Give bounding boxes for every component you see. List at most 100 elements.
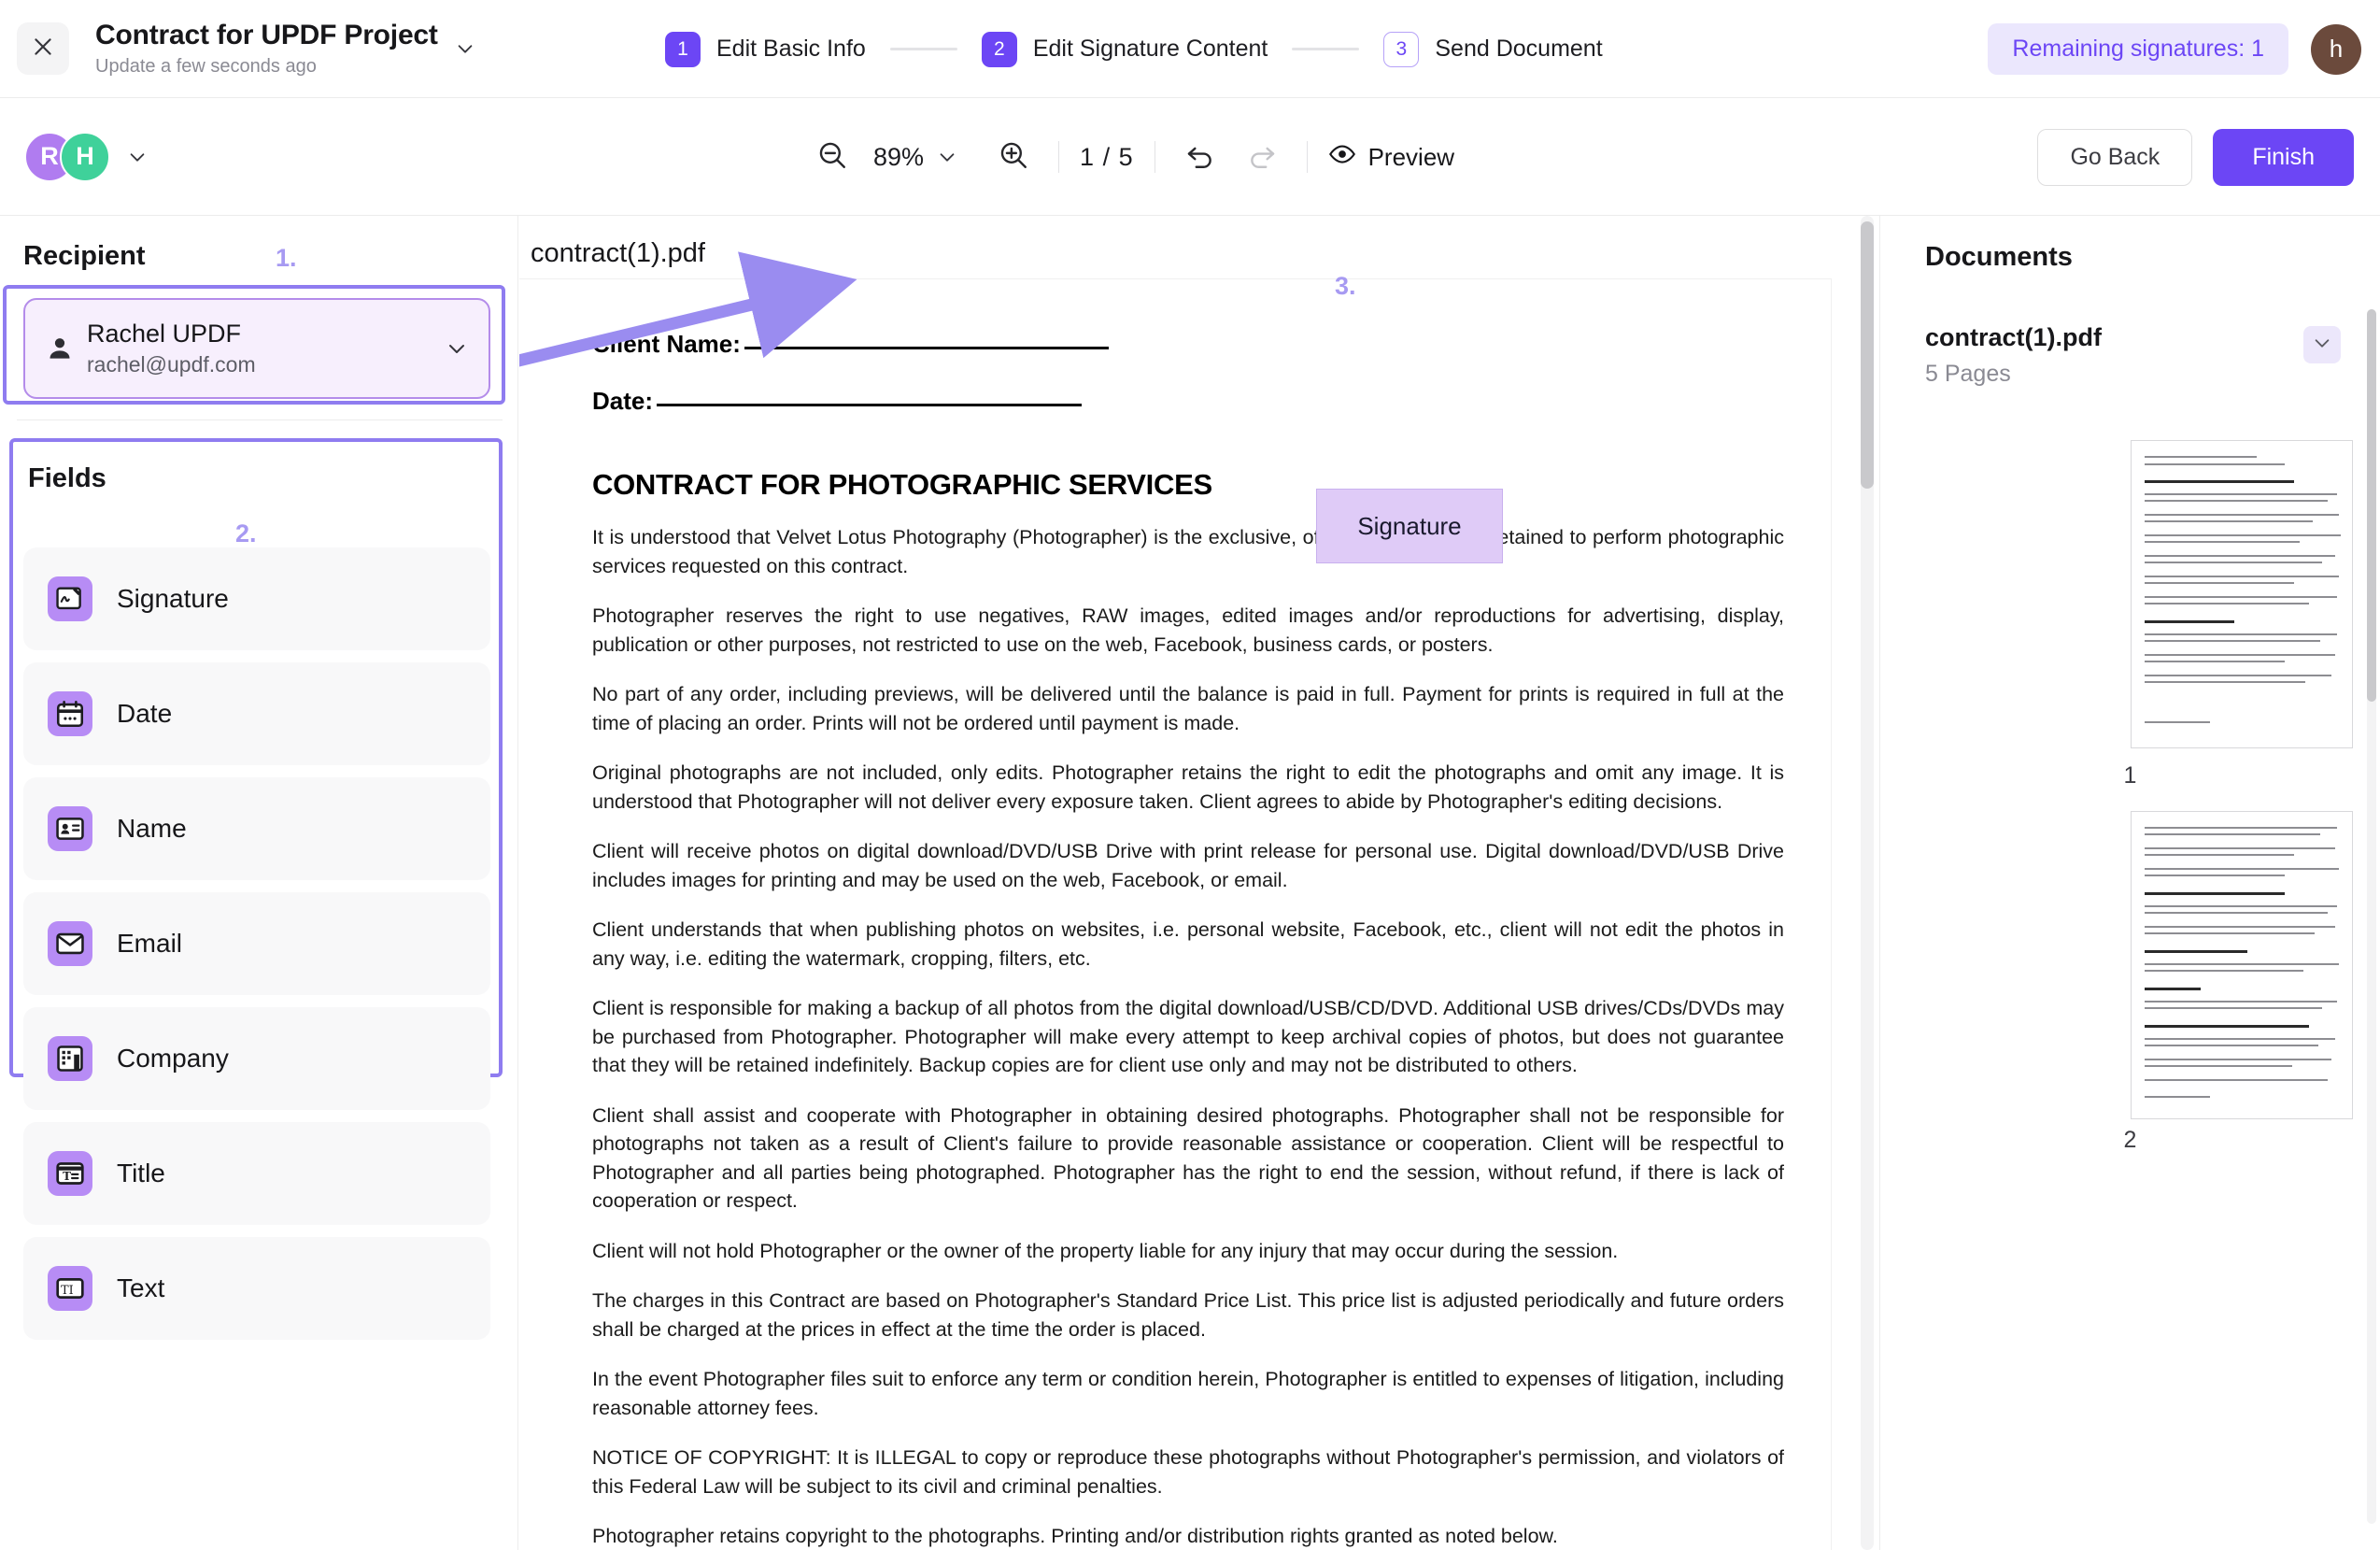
contract-paragraph: Original photographs are not included, o…	[592, 759, 1784, 816]
contract-paragraph: No part of any order, including previews…	[592, 680, 1784, 737]
step-number: 2	[982, 32, 1017, 67]
finish-button[interactable]: Finish	[2213, 129, 2354, 186]
top-header: Contract for UPDF Project Update a few s…	[0, 0, 2380, 98]
recipient-avatar-group[interactable]: R H	[24, 132, 148, 182]
document-title-group[interactable]: Contract for UPDF Project Update a few s…	[95, 20, 475, 78]
svg-text:T: T	[63, 1170, 71, 1183]
update-status: Update a few seconds ago	[95, 56, 438, 78]
documents-heading: Documents	[1925, 242, 2073, 273]
field-item-signature[interactable]: Signature	[23, 547, 490, 650]
page-title: Contract for UPDF Project	[95, 20, 438, 51]
page-indicator[interactable]: 1 / 5	[1080, 143, 1134, 172]
field-label: Date	[117, 699, 172, 729]
redo-icon	[1246, 139, 1278, 176]
client-name-label: Client Name:	[592, 330, 741, 358]
recipient-email: rachel@updf.com	[87, 352, 256, 377]
eye-icon	[1328, 140, 1356, 175]
recipient-heading: Recipient	[23, 241, 146, 272]
step-edit-signature-content[interactable]: 2 Edit Signature Content	[982, 32, 1268, 67]
step-send-document[interactable]: 3 Send Document	[1383, 32, 1602, 67]
undo-button[interactable]	[1176, 133, 1225, 181]
step-label: Send Document	[1435, 36, 1602, 63]
zoom-in-icon	[998, 139, 1029, 176]
zoom-out-button[interactable]	[808, 133, 857, 181]
contract-paragraph: Client understands that when publishing …	[592, 916, 1784, 973]
step-indicator: 1 Edit Basic Info 2 Edit Signature Conte…	[665, 0, 1603, 98]
contract-paragraph: Client shall assist and cooperate with P…	[592, 1102, 1784, 1216]
divider	[1058, 141, 1059, 173]
step-connector	[1292, 48, 1359, 50]
documents-panel: Documents contract(1).pdf 5 Pages 1	[1879, 216, 2380, 1550]
signature-field-placeholder[interactable]: Signature	[1316, 489, 1503, 563]
field-item-email[interactable]: Email	[23, 892, 490, 995]
contract-paragraph: It is understood that Velvet Lotus Photo…	[592, 523, 1784, 580]
name-card-icon	[48, 806, 92, 851]
step-number: 1	[665, 32, 701, 67]
documents-scrollbar[interactable]	[2367, 309, 2376, 1524]
document-viewer: contract(1).pdf Client Name: Date: CONTR…	[519, 216, 1878, 1550]
contract-paragraph: Client will receive photos on digital do…	[592, 837, 1784, 894]
field-item-company[interactable]: Company	[23, 1007, 490, 1110]
pdf-page: Client Name: Date: CONTRACT FOR PHOTOGRA…	[519, 279, 1831, 1550]
date-blank	[657, 404, 1082, 406]
building-icon	[48, 1036, 92, 1081]
signature-icon	[48, 576, 92, 621]
contract-title: CONTRACT FOR PHOTOGRAPHIC SERVICES	[592, 468, 1784, 502]
field-label: Name	[117, 814, 187, 844]
chevron-down-icon[interactable]	[455, 38, 475, 59]
contract-paragraph: Client is responsible for making a backu…	[592, 994, 1784, 1080]
scrollbar-thumb[interactable]	[2367, 309, 2376, 702]
step-edit-basic-info[interactable]: 1 Edit Basic Info	[665, 32, 866, 67]
zoom-out-icon	[816, 139, 848, 176]
fields-heading: Fields	[28, 463, 106, 494]
avatar-h[interactable]: H	[60, 132, 110, 182]
pdf-page-content: Client Name: Date: CONTRACT FOR PHOTOGRA…	[592, 313, 1784, 1550]
recipient-name: Rachel UPDF	[87, 320, 256, 348]
document-scrollbar[interactable]	[1861, 216, 1874, 1550]
step-number: 3	[1383, 32, 1419, 67]
recipient-selector[interactable]: Rachel UPDF rachel@updf.com	[23, 298, 490, 399]
chevron-down-icon[interactable]	[127, 147, 148, 167]
close-icon	[31, 35, 55, 64]
title-text-icon: T	[48, 1151, 92, 1196]
envelope-icon	[48, 921, 92, 966]
field-item-title[interactable]: T Title	[23, 1122, 490, 1225]
toolbar-actions: Go Back Finish	[2037, 98, 2354, 216]
annotation-marker-1: 1.	[276, 244, 297, 273]
page-thumbnail-1[interactable]	[2131, 440, 2353, 748]
text-icon: TI	[48, 1266, 92, 1311]
contract-paragraph: Photographer reserves the right to use n…	[592, 602, 1784, 659]
date-line: Date:	[592, 387, 1784, 416]
preview-label: Preview	[1368, 143, 1454, 172]
header-right-group: Remaining signatures: 1 h	[1988, 0, 2361, 98]
zoom-controls: 89% 1 / 5	[808, 98, 1454, 216]
field-item-text[interactable]: TI Text	[23, 1237, 490, 1340]
avatar[interactable]: h	[2311, 24, 2361, 75]
chevron-down-icon[interactable]	[937, 147, 957, 167]
chevron-down-icon[interactable]	[446, 337, 468, 360]
close-button[interactable]	[17, 22, 69, 75]
undo-icon	[1184, 139, 1216, 176]
redo-button[interactable]	[1238, 133, 1286, 181]
collapse-documents-button[interactable]	[2303, 326, 2341, 363]
field-item-name[interactable]: Name	[23, 777, 490, 880]
field-item-date[interactable]: Date	[23, 662, 490, 765]
annotation-marker-2: 2.	[235, 519, 257, 548]
page-thumbnail-2[interactable]	[2131, 811, 2353, 1119]
scrollbar-thumb[interactable]	[1861, 221, 1874, 489]
go-back-button[interactable]: Go Back	[2037, 129, 2192, 186]
divider	[17, 419, 503, 420]
svg-text:TI: TI	[61, 1284, 74, 1298]
editor-toolbar: R H 89% 1 / 5	[0, 98, 2380, 216]
step-connector	[890, 48, 957, 50]
field-label: Text	[117, 1273, 164, 1303]
preview-button[interactable]: Preview	[1328, 140, 1454, 175]
field-label: Email	[117, 929, 182, 959]
annotation-marker-3: 3.	[1335, 272, 1356, 301]
zoom-in-button[interactable]	[989, 133, 1038, 181]
step-label: Edit Signature Content	[1033, 36, 1268, 63]
contract-paragraph: Client will not hold Photographer or the…	[592, 1237, 1784, 1266]
client-name-blank	[744, 347, 1109, 349]
step-label: Edit Basic Info	[716, 36, 866, 63]
zoom-level[interactable]: 89%	[873, 143, 924, 172]
